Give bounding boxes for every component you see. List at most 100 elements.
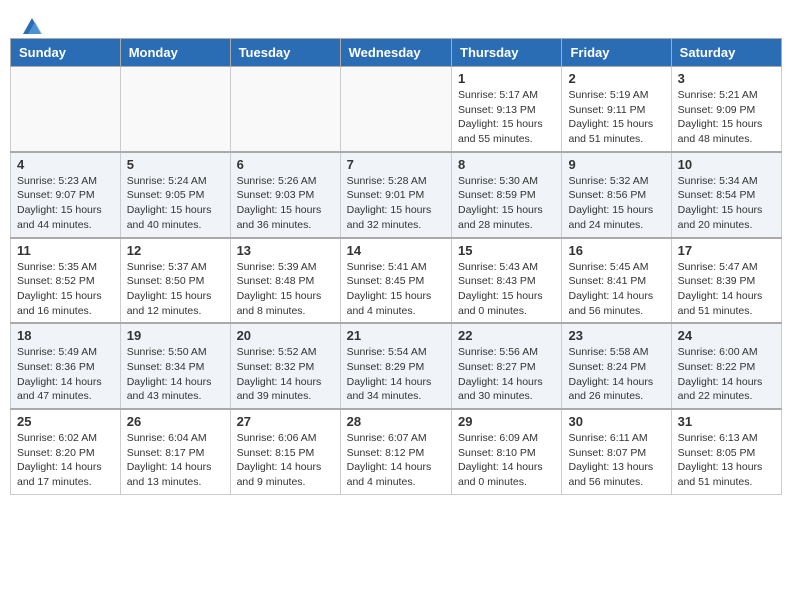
day-info: Sunrise: 5:52 AM Sunset: 8:32 PM Dayligh… [237,345,334,404]
weekday-tuesday: Tuesday [230,39,340,67]
weekday-header-row: SundayMondayTuesdayWednesdayThursdayFrid… [11,39,782,67]
week-row-5: 25Sunrise: 6:02 AM Sunset: 8:20 PM Dayli… [11,409,782,494]
week-row-1: 1 Sunrise: 5:17 AM Sunset: 9:13 PM Daylig… [11,67,782,152]
day-info: Sunrise: 5:45 AM Sunset: 8:41 PM Dayligh… [568,260,664,319]
day-number: 17 [678,243,775,258]
calendar-cell: 27 Sunrise: 6:06 AM Sunset: 8:15 PM Dayli… [230,409,340,494]
day-number: 5 [127,157,224,172]
calendar-cell: 21Sunrise: 5:54 AM Sunset: 8:29 PM Dayli… [340,323,451,409]
day-number: 12 [127,243,224,258]
calendar-cell: 22 Sunrise: 5:56 AM Sunset: 8:27 PM Dayli… [452,323,562,409]
weekday-monday: Monday [120,39,230,67]
calendar-wrapper: SundayMondayTuesdayWednesdayThursdayFrid… [0,38,792,505]
calendar-cell: 30 Sunrise: 6:11 AM Sunset: 8:07 PM Dayli… [562,409,671,494]
day-number: 1 [458,71,555,86]
calendar-cell: 24Sunrise: 6:00 AM Sunset: 8:22 PM Dayli… [671,323,781,409]
logo-icon [21,16,43,38]
calendar-cell: 16 Sunrise: 5:45 AM Sunset: 8:41 PM Dayli… [562,238,671,324]
day-info: Sunrise: 5:37 AM Sunset: 8:50 PM Dayligh… [127,260,224,319]
calendar-cell: 2 Sunrise: 5:19 AM Sunset: 9:11 PM Daylig… [562,67,671,152]
day-info: Sunrise: 6:00 AM Sunset: 8:22 PM Dayligh… [678,345,775,404]
calendar-cell: 25Sunrise: 6:02 AM Sunset: 8:20 PM Dayli… [11,409,121,494]
day-number: 22 [458,328,555,343]
calendar-cell [11,67,121,152]
day-number: 30 [568,414,664,429]
calendar-cell: 26Sunrise: 6:04 AM Sunset: 8:17 PM Dayli… [120,409,230,494]
calendar-cell: 18 Sunrise: 5:49 AM Sunset: 8:36 PM Dayli… [11,323,121,409]
calendar-cell: 8 Sunrise: 5:30 AM Sunset: 8:59 PM Daylig… [452,152,562,238]
day-info: Sunrise: 5:47 AM Sunset: 8:39 PM Dayligh… [678,260,775,319]
week-row-2: 4 Sunrise: 5:23 AM Sunset: 9:07 PM Daylig… [11,152,782,238]
day-info: Sunrise: 6:11 AM Sunset: 8:07 PM Dayligh… [568,431,664,490]
day-number: 6 [237,157,334,172]
calendar-cell: 20 Sunrise: 5:52 AM Sunset: 8:32 PM Dayli… [230,323,340,409]
week-row-4: 18 Sunrise: 5:49 AM Sunset: 8:36 PM Dayli… [11,323,782,409]
day-number: 8 [458,157,555,172]
calendar-cell: 3Sunrise: 5:21 AM Sunset: 9:09 PM Daylig… [671,67,781,152]
day-info: Sunrise: 6:07 AM Sunset: 8:12 PM Dayligh… [347,431,445,490]
calendar-cell [340,67,451,152]
calendar-cell: 4 Sunrise: 5:23 AM Sunset: 9:07 PM Daylig… [11,152,121,238]
day-number: 3 [678,71,775,86]
day-info: Sunrise: 5:49 AM Sunset: 8:36 PM Dayligh… [17,345,114,404]
calendar-cell: 28 Sunrise: 6:07 AM Sunset: 8:12 PM Dayli… [340,409,451,494]
calendar-cell: 31 Sunrise: 6:13 AM Sunset: 8:05 PM Dayli… [671,409,781,494]
calendar-cell: 19 Sunrise: 5:50 AM Sunset: 8:34 PM Dayli… [120,323,230,409]
day-info: Sunrise: 5:56 AM Sunset: 8:27 PM Dayligh… [458,345,555,404]
calendar-cell: 5 Sunrise: 5:24 AM Sunset: 9:05 PM Daylig… [120,152,230,238]
day-number: 28 [347,414,445,429]
day-number: 18 [17,328,114,343]
day-number: 19 [127,328,224,343]
day-info: Sunrise: 5:34 AM Sunset: 8:54 PM Dayligh… [678,174,775,233]
day-number: 31 [678,414,775,429]
calendar-cell: 9Sunrise: 5:32 AM Sunset: 8:56 PM Daylig… [562,152,671,238]
day-info: Sunrise: 6:02 AM Sunset: 8:20 PM Dayligh… [17,431,114,490]
weekday-friday: Friday [562,39,671,67]
day-number: 29 [458,414,555,429]
day-info: Sunrise: 5:19 AM Sunset: 9:11 PM Dayligh… [568,88,664,147]
day-number: 21 [347,328,445,343]
day-number: 27 [237,414,334,429]
calendar-cell: 14 Sunrise: 5:41 AM Sunset: 8:45 PM Dayli… [340,238,451,324]
day-number: 13 [237,243,334,258]
day-number: 2 [568,71,664,86]
calendar-cell: 12 Sunrise: 5:37 AM Sunset: 8:50 PM Dayli… [120,238,230,324]
day-number: 11 [17,243,114,258]
day-info: Sunrise: 5:39 AM Sunset: 8:48 PM Dayligh… [237,260,334,319]
logo [20,16,44,34]
calendar-cell: 23 Sunrise: 5:58 AM Sunset: 8:24 PM Dayli… [562,323,671,409]
day-info: Sunrise: 5:30 AM Sunset: 8:59 PM Dayligh… [458,174,555,233]
page-header [0,0,792,38]
calendar-cell: 15Sunrise: 5:43 AM Sunset: 8:43 PM Dayli… [452,238,562,324]
day-info: Sunrise: 5:24 AM Sunset: 9:05 PM Dayligh… [127,174,224,233]
calendar-cell: 1 Sunrise: 5:17 AM Sunset: 9:13 PM Daylig… [452,67,562,152]
calendar-cell: 6 Sunrise: 5:26 AM Sunset: 9:03 PM Daylig… [230,152,340,238]
day-number: 20 [237,328,334,343]
day-number: 15 [458,243,555,258]
day-number: 10 [678,157,775,172]
day-info: Sunrise: 6:06 AM Sunset: 8:15 PM Dayligh… [237,431,334,490]
calendar-cell: 13 Sunrise: 5:39 AM Sunset: 8:48 PM Dayli… [230,238,340,324]
day-number: 23 [568,328,664,343]
day-number: 4 [17,157,114,172]
day-info: Sunrise: 5:17 AM Sunset: 9:13 PM Dayligh… [458,88,555,147]
day-number: 16 [568,243,664,258]
day-info: Sunrise: 5:35 AM Sunset: 8:52 PM Dayligh… [17,260,114,319]
week-row-3: 11 Sunrise: 5:35 AM Sunset: 8:52 PM Dayli… [11,238,782,324]
day-info: Sunrise: 5:26 AM Sunset: 9:03 PM Dayligh… [237,174,334,233]
weekday-wednesday: Wednesday [340,39,451,67]
day-info: Sunrise: 5:32 AM Sunset: 8:56 PM Dayligh… [568,174,664,233]
day-number: 26 [127,414,224,429]
day-info: Sunrise: 5:41 AM Sunset: 8:45 PM Dayligh… [347,260,445,319]
calendar-cell [230,67,340,152]
day-number: 14 [347,243,445,258]
day-info: Sunrise: 5:58 AM Sunset: 8:24 PM Dayligh… [568,345,664,404]
calendar-cell: 17 Sunrise: 5:47 AM Sunset: 8:39 PM Dayli… [671,238,781,324]
calendar-cell: 10 Sunrise: 5:34 AM Sunset: 8:54 PM Dayli… [671,152,781,238]
day-info: Sunrise: 6:13 AM Sunset: 8:05 PM Dayligh… [678,431,775,490]
weekday-sunday: Sunday [11,39,121,67]
day-number: 7 [347,157,445,172]
weekday-thursday: Thursday [452,39,562,67]
day-info: Sunrise: 5:23 AM Sunset: 9:07 PM Dayligh… [17,174,114,233]
day-info: Sunrise: 5:50 AM Sunset: 8:34 PM Dayligh… [127,345,224,404]
